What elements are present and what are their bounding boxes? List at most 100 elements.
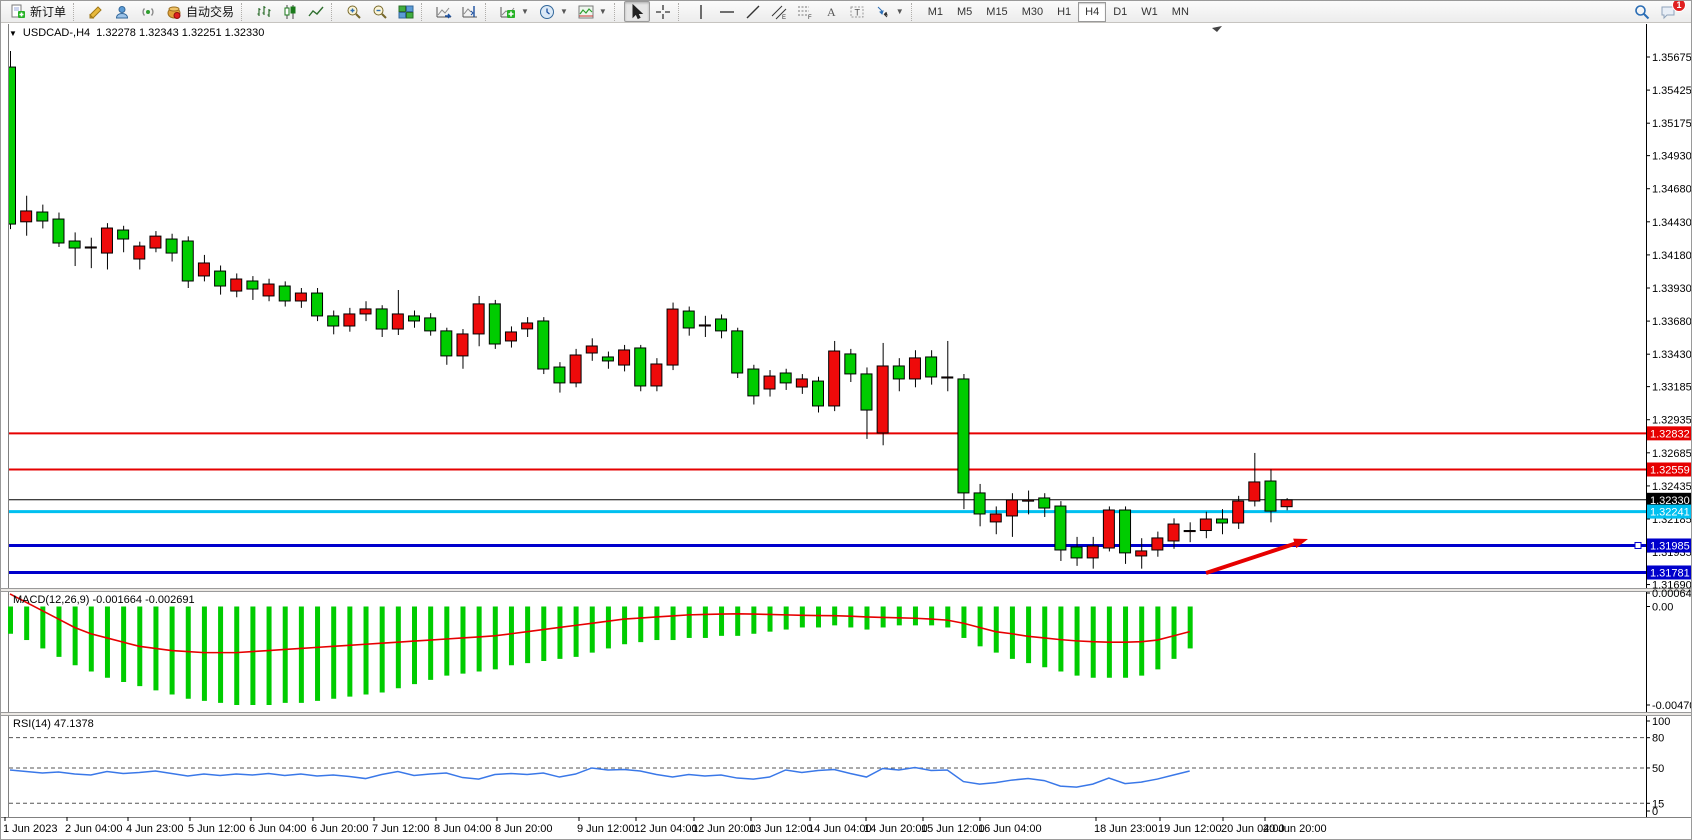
svg-text:A: A bbox=[827, 5, 836, 19]
candle-body bbox=[732, 331, 743, 373]
candle-body bbox=[877, 366, 888, 433]
timeframe-group: M1M5M15M30H1H4D1W1MN bbox=[921, 2, 1196, 22]
macd-axis-label: 0.000644 bbox=[1652, 588, 1692, 600]
price-tick-label: 1.35675 bbox=[1652, 52, 1692, 64]
timeframe-button-M15[interactable]: M15 bbox=[979, 2, 1014, 22]
timeframe-button-M30[interactable]: M30 bbox=[1015, 2, 1050, 22]
chart-window[interactable]: 1.356751.354251.351751.349301.346801.344… bbox=[1, 24, 1692, 840]
candlestick-icon bbox=[282, 4, 298, 20]
candle-body bbox=[909, 358, 920, 379]
price-badge-label: 1.32559 bbox=[1650, 464, 1690, 476]
trendline-tool-button[interactable] bbox=[740, 1, 766, 22]
price-tick-label: 1.33430 bbox=[1652, 349, 1692, 361]
text-tool-button[interactable]: A bbox=[818, 1, 844, 22]
toolbar-separator bbox=[485, 3, 493, 21]
time-tick-label: 6 Jun 20:00 bbox=[311, 823, 369, 835]
candle-body bbox=[667, 309, 678, 365]
autotrade-button[interactable]: 自动交易 bbox=[161, 1, 239, 22]
templates-button[interactable]: ▼ bbox=[573, 1, 612, 22]
signals-button[interactable] bbox=[135, 1, 161, 22]
auto-scroll-icon bbox=[436, 4, 452, 20]
candle-body bbox=[409, 316, 420, 321]
chart-canvas[interactable]: 1.356751.354251.351751.349301.346801.344… bbox=[1, 24, 1692, 840]
arrows-tool-button[interactable]: ▼ bbox=[870, 1, 909, 22]
candle-body bbox=[716, 319, 727, 331]
chart-shift-button[interactable] bbox=[457, 1, 483, 22]
timeframe-button-H1[interactable]: H1 bbox=[1050, 2, 1078, 22]
candle-body bbox=[1281, 500, 1292, 507]
tile-windows-button[interactable] bbox=[393, 1, 419, 22]
price-tick-label: 1.32435 bbox=[1652, 481, 1692, 493]
search-icon bbox=[1634, 4, 1650, 20]
new-order-button[interactable]: 新订单 bbox=[5, 1, 71, 22]
candle-body bbox=[150, 236, 161, 248]
time-tick-label: 6 Jun 04:00 bbox=[249, 823, 307, 835]
candle-body bbox=[748, 369, 759, 396]
timeframe-button-D1[interactable]: D1 bbox=[1106, 2, 1134, 22]
timeframe-button-H4[interactable]: H4 bbox=[1078, 2, 1106, 22]
timeframe-button-W1[interactable]: W1 bbox=[1134, 2, 1165, 22]
candle-body bbox=[1136, 551, 1147, 556]
clock-icon bbox=[539, 4, 555, 20]
candle-body bbox=[1087, 546, 1098, 558]
line-drag-handle[interactable] bbox=[1635, 542, 1641, 548]
candle-body bbox=[538, 321, 549, 369]
zoom-out-button[interactable] bbox=[367, 1, 393, 22]
time-tick-label: 8 Jun 04:00 bbox=[434, 823, 492, 835]
timeframe-button-M5[interactable]: M5 bbox=[950, 2, 979, 22]
vertical-line-icon bbox=[693, 4, 709, 20]
candle-body bbox=[198, 263, 209, 276]
candle-body bbox=[522, 323, 533, 329]
svg-text:T: T bbox=[854, 7, 860, 17]
search-button[interactable] bbox=[1629, 1, 1655, 22]
candle-body bbox=[635, 348, 646, 386]
candle-body bbox=[893, 366, 904, 379]
candle-body bbox=[182, 241, 193, 281]
cursor-tool-button[interactable] bbox=[624, 1, 650, 22]
candle-body bbox=[619, 350, 630, 365]
candle-body bbox=[247, 281, 258, 289]
notifications-button[interactable]: 1 bbox=[1655, 1, 1681, 22]
community-button[interactable] bbox=[109, 1, 135, 22]
price-badge-label: 1.31985 bbox=[1650, 540, 1690, 552]
chart-styler-button[interactable] bbox=[83, 1, 109, 22]
dropdown-caret-icon: ▼ bbox=[599, 7, 607, 16]
bar-chart-button[interactable] bbox=[251, 1, 277, 22]
timeframe-button-M1[interactable]: M1 bbox=[921, 2, 950, 22]
indicators-button[interactable]: ▼ bbox=[495, 1, 534, 22]
candle-body bbox=[942, 377, 953, 378]
horizontal-line-tool-button[interactable] bbox=[714, 1, 740, 22]
candle-body bbox=[1006, 500, 1017, 516]
community-person-icon bbox=[114, 4, 130, 20]
zoom-in-icon bbox=[346, 4, 362, 20]
candle-body bbox=[570, 355, 581, 383]
zoom-in-button[interactable] bbox=[341, 1, 367, 22]
candlestick-chart-button[interactable] bbox=[277, 1, 303, 22]
text-label-tool-button[interactable]: T bbox=[844, 1, 870, 22]
crosshair-icon bbox=[655, 4, 671, 20]
crosshair-tool-button[interactable] bbox=[650, 1, 676, 22]
candle-body bbox=[489, 304, 500, 344]
auto-scroll-button[interactable] bbox=[431, 1, 457, 22]
line-chart-button[interactable] bbox=[303, 1, 329, 22]
timeframe-button-MN[interactable]: MN bbox=[1165, 2, 1196, 22]
one-click-trading-toggle-icon[interactable]: ▼ bbox=[9, 29, 17, 38]
channel-tool-button[interactable]: E bbox=[766, 1, 792, 22]
candle-body bbox=[1103, 510, 1114, 548]
fibonacci-tool-button[interactable]: F bbox=[792, 1, 818, 22]
time-tick-label: 14 Jun 20:00 bbox=[864, 823, 928, 835]
chart-symbol-title: USDCAD-,H4 bbox=[23, 27, 90, 39]
toolbar-separator bbox=[911, 3, 919, 21]
candle-body bbox=[1120, 510, 1131, 553]
price-badge-label: 1.31781 bbox=[1650, 567, 1690, 579]
candle-body bbox=[231, 279, 242, 291]
time-tick-label: 19 Jun 12:00 bbox=[1158, 823, 1222, 835]
candle-body bbox=[1200, 519, 1211, 531]
candle-body bbox=[1071, 547, 1082, 558]
chart-background bbox=[1, 24, 1692, 840]
periods-button[interactable]: ▼ bbox=[534, 1, 573, 22]
vertical-line-tool-button[interactable] bbox=[688, 1, 714, 22]
autotrade-icon bbox=[166, 4, 182, 20]
price-badge-label: 1.32832 bbox=[1650, 428, 1690, 440]
price-badge-label: 1.32241 bbox=[1650, 507, 1690, 519]
